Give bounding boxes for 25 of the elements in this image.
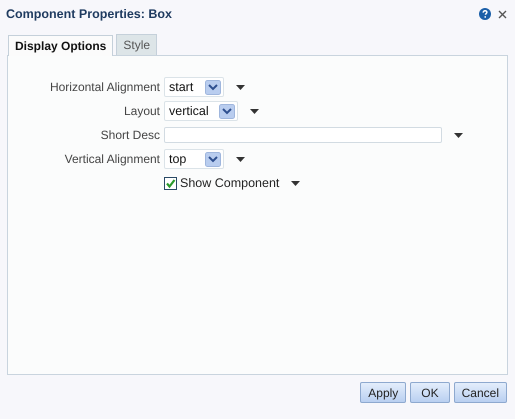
chevron-icon[interactable]: [218, 104, 235, 118]
field-label: Horizontal Alignment: [50, 80, 160, 94]
tab[interactable]: Style: [116, 34, 158, 55]
dropdown[interactable]: start: [164, 77, 224, 97]
menu-arrow-icon[interactable]: [454, 132, 463, 138]
field-label: Vertical Alignment: [64, 152, 160, 166]
close-icon[interactable]: [498, 10, 507, 18]
dialog-button[interactable]: Cancel: [454, 382, 507, 403]
dialog-button[interactable]: Apply: [360, 382, 406, 403]
window-title: Component Properties: Box: [6, 7, 172, 21]
input-field[interactable]: [164, 127, 442, 143]
menu-arrow-icon[interactable]: [250, 108, 259, 114]
menu-arrow-icon[interactable]: [236, 156, 245, 162]
menu-arrow-icon[interactable]: [291, 180, 300, 186]
chevron-icon[interactable]: [205, 152, 221, 166]
chevron-icon[interactable]: [205, 80, 221, 94]
help-icon[interactable]: [479, 8, 491, 20]
menu-arrow-icon[interactable]: [236, 84, 245, 90]
checkbox-label[interactable]: Show Component: [180, 176, 280, 190]
dropdown[interactable]: vertical: [164, 101, 238, 121]
dropdown[interactable]: top: [164, 149, 224, 169]
dialog-button[interactable]: OK: [410, 382, 450, 403]
field-label: Layout: [124, 104, 160, 118]
tab[interactable]: Display Options: [8, 35, 114, 56]
field-label: Short Desc: [100, 128, 160, 142]
